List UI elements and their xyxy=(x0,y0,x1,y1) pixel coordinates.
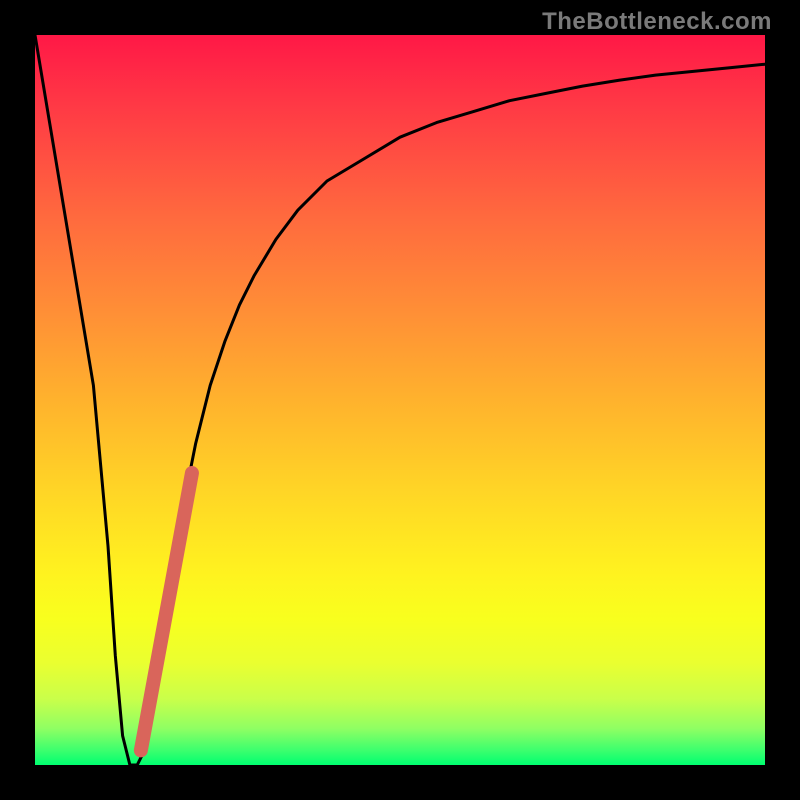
chart-frame: TheBottleneck.com xyxy=(0,0,800,800)
highlight-segment-path xyxy=(141,473,192,750)
watermark-text: TheBottleneck.com xyxy=(542,8,772,36)
curve-svg xyxy=(35,35,765,765)
bottleneck-curve-path xyxy=(35,35,765,765)
